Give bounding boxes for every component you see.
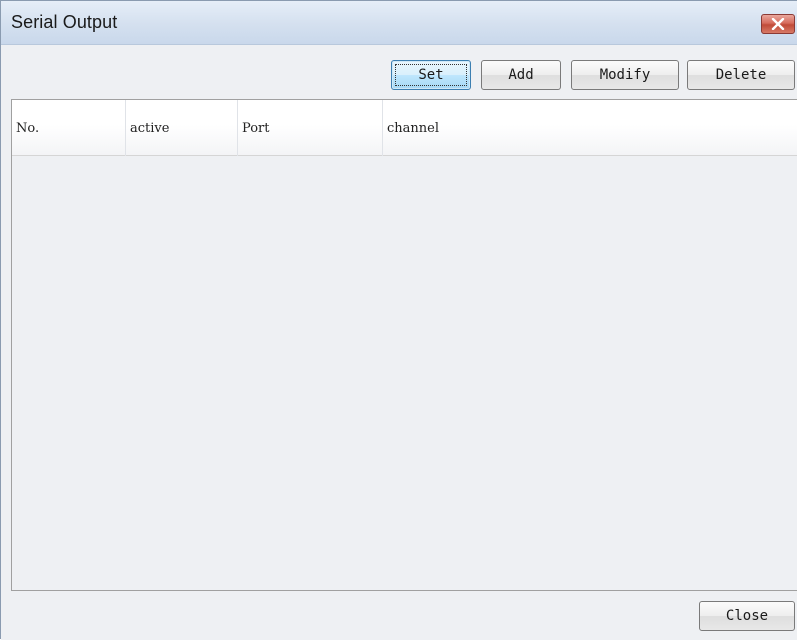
close-button[interactable]: Close (699, 601, 795, 631)
serial-output-list[interactable]: No. active Port channel (11, 99, 797, 591)
delete-button-label: Delete (715, 67, 767, 83)
column-header-active[interactable]: active (126, 100, 238, 156)
window-title: Serial Output (11, 12, 118, 32)
column-header-port[interactable]: Port (238, 100, 383, 156)
list-body[interactable] (12, 156, 797, 590)
close-icon (771, 18, 785, 30)
delete-button[interactable]: Delete (687, 60, 795, 90)
add-button-label: Add (508, 67, 534, 83)
column-header-label: active (130, 121, 170, 136)
add-button[interactable]: Add (481, 60, 561, 90)
column-header-label: channel (387, 121, 439, 136)
modify-button[interactable]: Modify (571, 60, 679, 90)
toolbar: Set Add Modify Delete (1, 45, 797, 99)
list-header: No. active Port channel (12, 100, 797, 156)
focus-indicator (395, 64, 467, 86)
serial-output-dialog: Serial Output Set Add Modify Delete No. (0, 0, 797, 640)
column-header-channel[interactable]: channel (383, 100, 797, 156)
title-bar[interactable]: Serial Output (1, 1, 797, 45)
column-header-label: No. (16, 121, 40, 136)
column-header-label: Port (242, 121, 270, 136)
modify-button-label: Modify (599, 67, 651, 83)
close-button-label: Close (725, 608, 769, 624)
window-close-button[interactable] (761, 14, 795, 34)
set-button[interactable]: Set (391, 60, 471, 90)
column-header-no[interactable]: No. (12, 100, 126, 156)
bottom-bar: Close (1, 592, 797, 640)
